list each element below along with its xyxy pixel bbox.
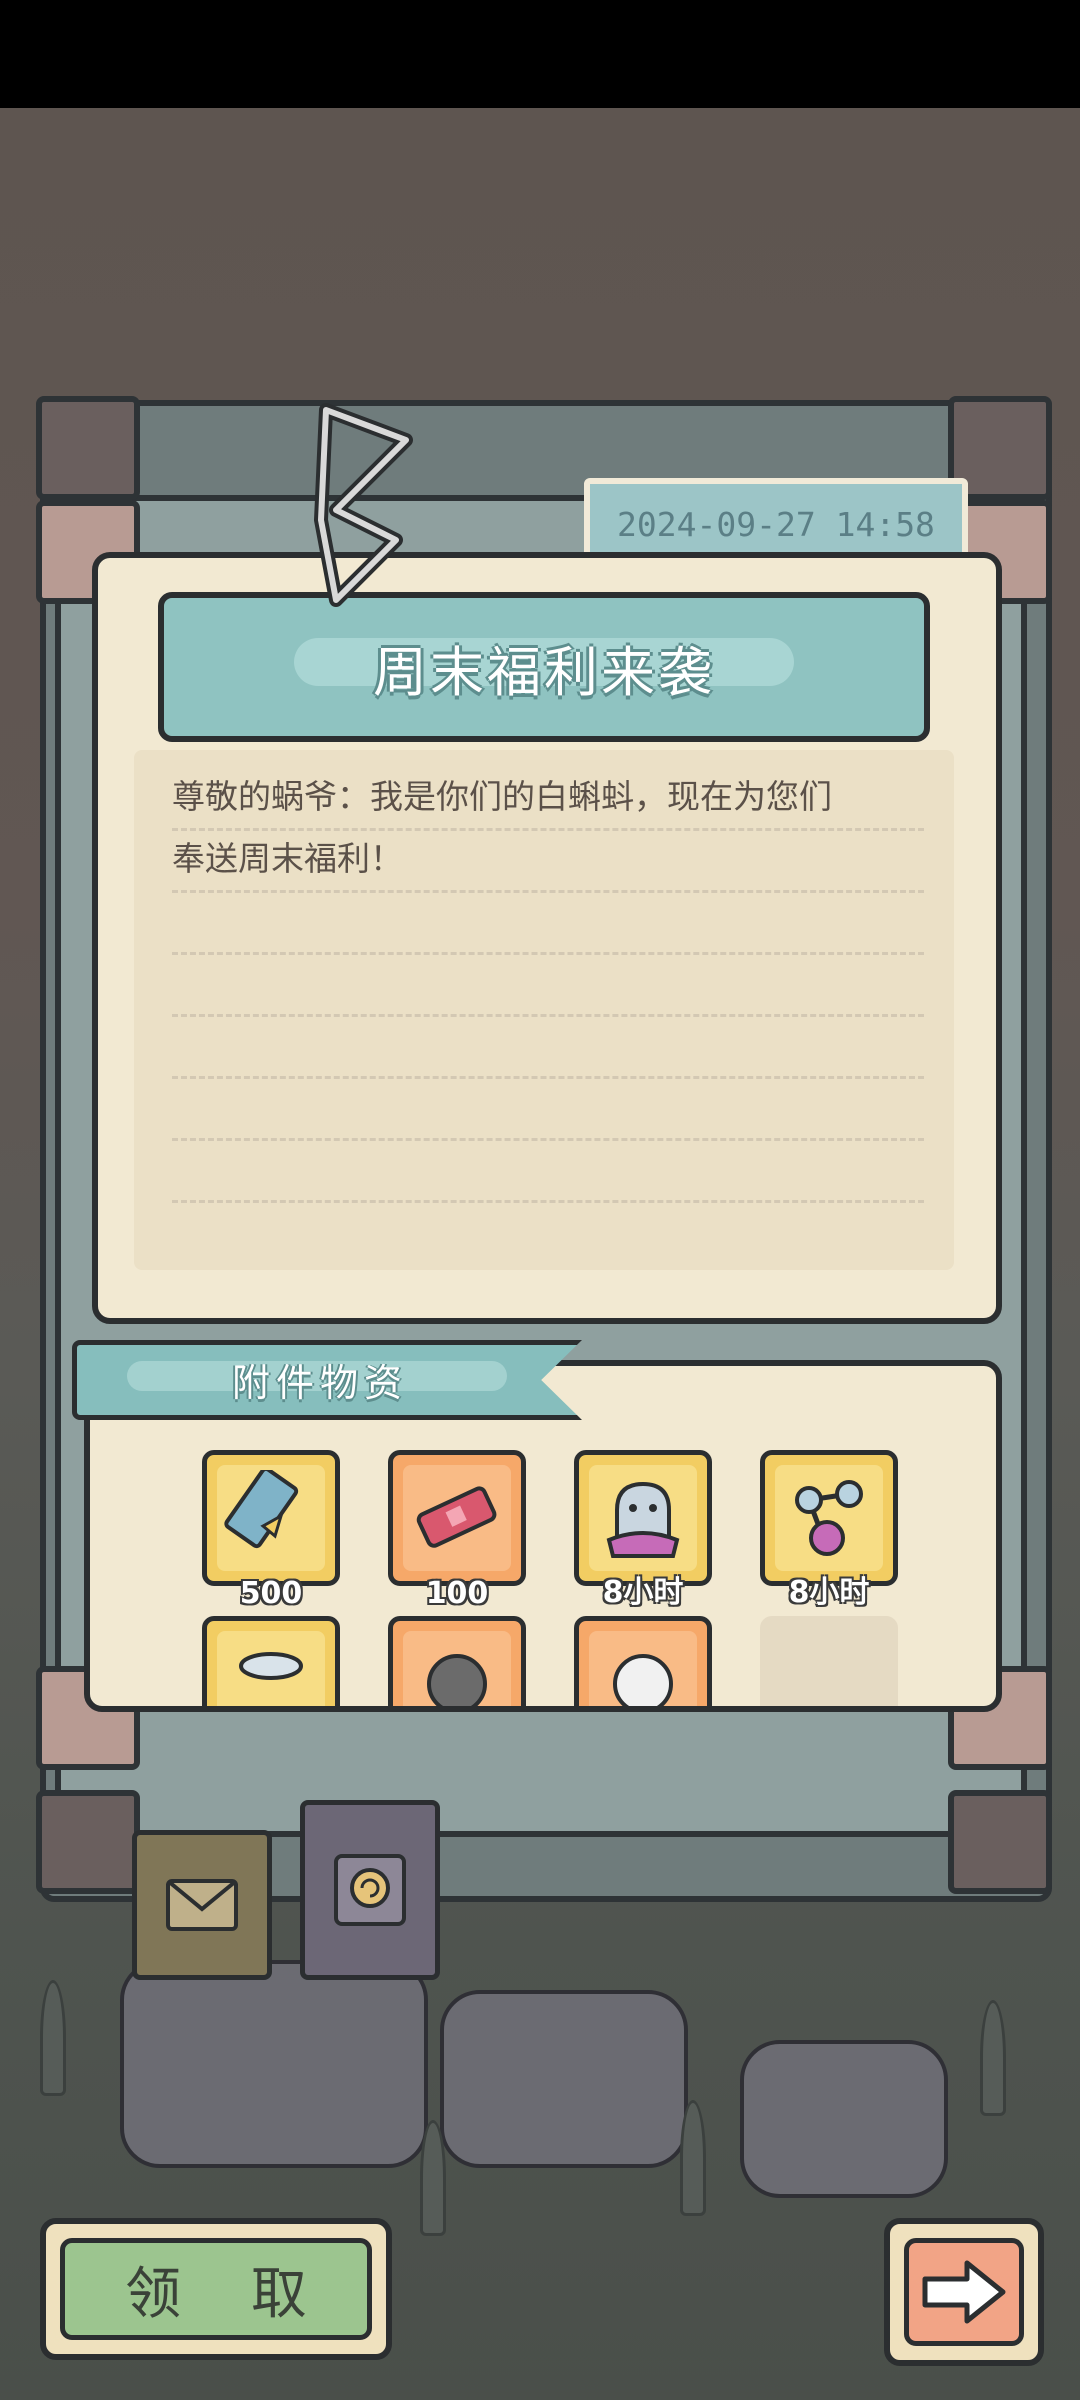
attachment-item[interactable] [388, 1616, 526, 1706]
ghost-jelly-icon [606, 1481, 680, 1558]
writing-line [172, 1200, 924, 1203]
attachment-item[interactable] [574, 1616, 712, 1706]
status-bar [0, 0, 1080, 108]
writing-line [172, 1014, 924, 1017]
writing-line [172, 890, 924, 893]
snail-badge-icon [334, 1854, 406, 1926]
background-grass [980, 2000, 1006, 2116]
attachment-item[interactable] [202, 1616, 340, 1706]
paper-clip-icon [314, 403, 413, 607]
tab-notice[interactable] [300, 1800, 440, 1980]
frame-corner [948, 1790, 1052, 1894]
background-grass [420, 2120, 446, 2236]
film-reel-icon [224, 1470, 299, 1549]
attachments-label: 附件物资 [232, 1361, 409, 1405]
orb-icon [427, 1654, 487, 1706]
message-line: 尊敬的蜗爷：我是你们的白蝌蚪，现在为您们 [172, 777, 832, 816]
envelope-icon [166, 1879, 238, 1931]
frame-corner [36, 396, 140, 500]
ticket-icon [416, 1486, 497, 1548]
attachment-item[interactable]: 100 [388, 1450, 526, 1611]
bowl-icon [239, 1652, 303, 1680]
background-grass [40, 1980, 66, 2096]
mail-letter: 周末福利来袭 尊敬的蜗爷：我是你们的白蝌蚪，现在为您们 奉送周末福利！ [92, 552, 1002, 1324]
next-button[interactable] [884, 2218, 1044, 2366]
attachment-qty: 500 [239, 1576, 303, 1611]
writing-line [172, 828, 924, 831]
frame-corner [36, 1790, 140, 1894]
attachment-item[interactable]: 500 [202, 1450, 340, 1611]
tab-mail[interactable] [132, 1830, 272, 1980]
title-banner: 周末福利来袭 [158, 592, 930, 742]
empty-slot [760, 1616, 898, 1706]
claim-button[interactable]: 领 取 [40, 2218, 392, 2360]
attachment-item[interactable]: 8小时 [760, 1450, 898, 1610]
background-rock [740, 2040, 948, 2198]
background-rock [440, 1990, 688, 2168]
attachment-item[interactable]: 8小时 [574, 1450, 712, 1610]
attachment-qty: 100 [425, 1576, 489, 1611]
attachment-qty: 8小时 [788, 1575, 870, 1610]
claim-button-label: 领 取 [60, 2238, 372, 2340]
egg-icon [613, 1654, 673, 1706]
arrow-right-icon [922, 2260, 1006, 2324]
message-line: 奉送周末福利！ [172, 839, 403, 878]
attachment-qty: 8小时 [602, 1575, 684, 1610]
writing-line [172, 1138, 924, 1141]
background-rock [120, 1960, 428, 2168]
writing-line [172, 1076, 924, 1079]
potion-molecule-icon [795, 1480, 863, 1556]
mail-title: 周末福利来袭 [373, 640, 715, 704]
background-grass [680, 2100, 706, 2216]
writing-line [172, 952, 924, 955]
